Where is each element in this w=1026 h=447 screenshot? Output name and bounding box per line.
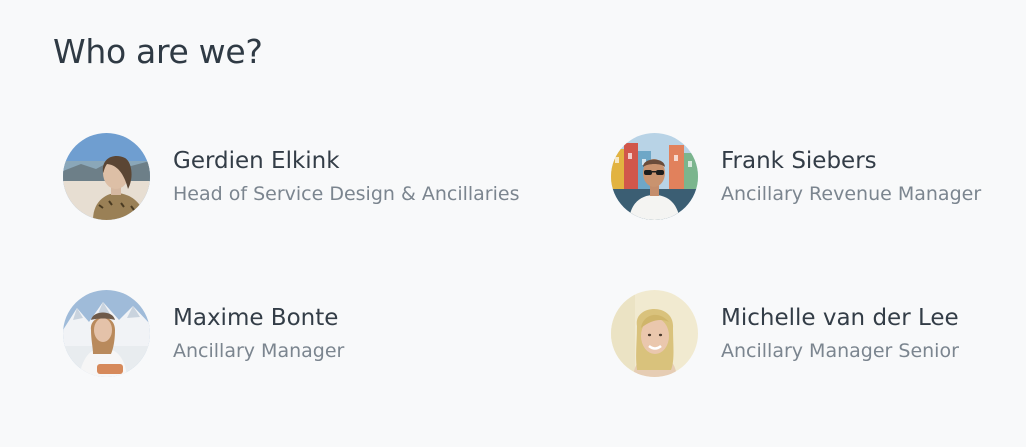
photo-portrait-icon: [63, 290, 150, 377]
photo-portrait-icon: [611, 133, 698, 220]
team-member-card: Michelle van der Lee Ancillary Manager S…: [611, 290, 1026, 380]
avatar: [63, 133, 150, 220]
avatar: [611, 133, 698, 220]
photo-portrait-icon: [63, 133, 150, 220]
member-name: Frank Siebers: [721, 148, 877, 174]
page-title: Who are we?: [53, 32, 263, 71]
member-role: Head of Service Design & Ancillaries: [173, 183, 520, 205]
member-role: Ancillary Revenue Manager: [721, 183, 982, 205]
member-role: Ancillary Manager: [173, 340, 345, 362]
team-member-card: Frank Siebers Ancillary Revenue Manager: [611, 133, 1026, 223]
member-role: Ancillary Manager Senior: [721, 340, 959, 362]
team-member-card: Gerdien Elkink Head of Service Design & …: [63, 133, 519, 223]
member-name: Michelle van der Lee: [721, 305, 959, 331]
avatar: [63, 290, 150, 377]
member-name: Gerdien Elkink: [173, 148, 340, 174]
member-name: Maxime Bonte: [173, 305, 339, 331]
team-member-card: Maxime Bonte Ancillary Manager: [63, 290, 503, 380]
photo-portrait-icon: [611, 290, 698, 377]
avatar: [611, 290, 698, 377]
